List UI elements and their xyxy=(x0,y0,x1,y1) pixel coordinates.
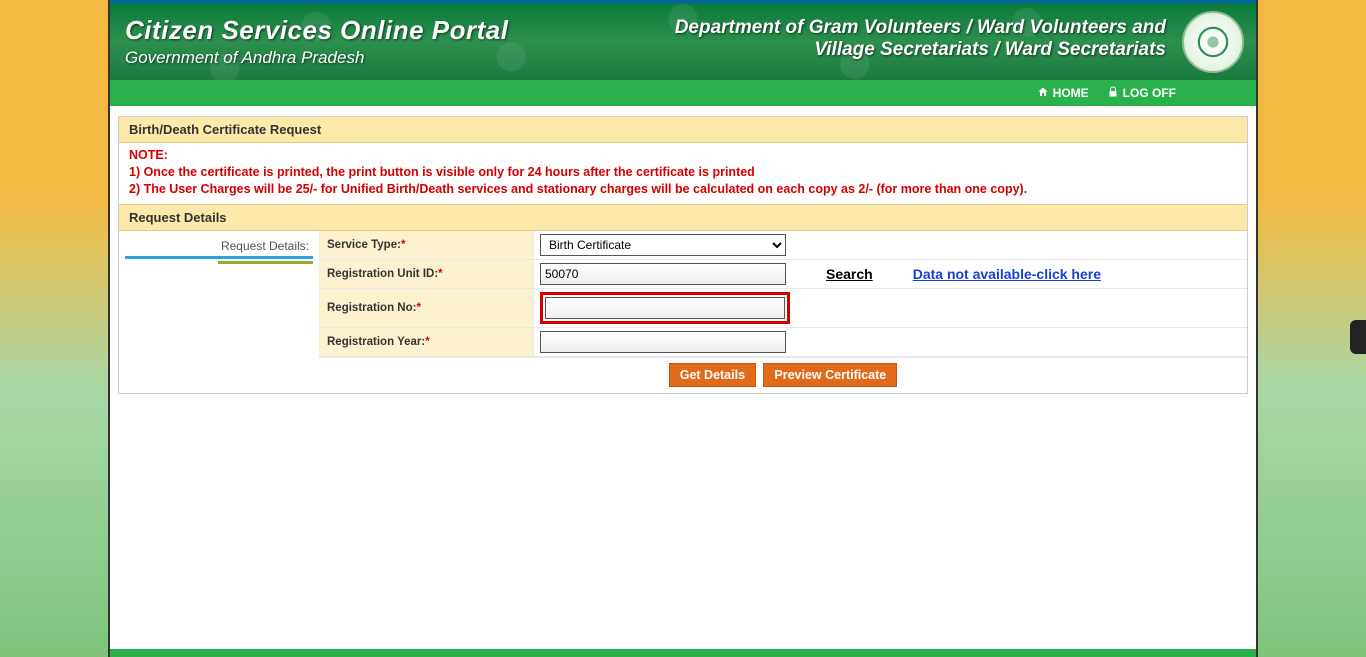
row-service-type: Service Type:* Birth Certificate xyxy=(319,231,1247,260)
state-emblem-icon xyxy=(1182,11,1244,73)
nav-logoff-link[interactable]: LOG OFF xyxy=(1107,86,1176,101)
reg-no-input[interactable] xyxy=(545,297,785,319)
preview-certificate-button[interactable]: Preview Certificate xyxy=(763,363,897,387)
nav-home-label: HOME xyxy=(1053,86,1089,100)
cell-service-type: Birth Certificate xyxy=(534,231,1247,259)
service-type-select[interactable]: Birth Certificate xyxy=(540,234,786,256)
header-banner: Citizen Services Online Portal Governmen… xyxy=(110,0,1256,80)
sidebar-tab-request-details[interactable]: Request Details: xyxy=(125,239,313,259)
row-reg-year: Registration Year:* xyxy=(319,328,1247,357)
reg-unit-id-input[interactable] xyxy=(540,263,786,285)
label-reg-no: Registration No:* xyxy=(319,289,534,327)
row-reg-unit: Registration Unit ID:* Search Data not a… xyxy=(319,260,1247,289)
required-asterisk: * xyxy=(438,268,442,280)
dept-line-1: Department of Gram Volunteers / Ward Vol… xyxy=(675,17,1166,39)
fields-column: Service Type:* Birth Certificate Registr… xyxy=(319,231,1247,393)
label-reg-year: Registration Year:* xyxy=(319,328,534,356)
home-icon xyxy=(1037,86,1049,101)
search-link[interactable]: Search xyxy=(826,266,873,282)
label-service-type-text: Service Type: xyxy=(327,239,401,251)
label-reg-no-text: Registration No: xyxy=(327,302,416,314)
sidebar-underline-accent xyxy=(218,261,313,264)
data-not-available-link[interactable]: Data not available-click here xyxy=(913,266,1101,282)
row-reg-no: Registration No:* xyxy=(319,289,1247,328)
section-title: Request Details xyxy=(119,204,1247,231)
header-left: Citizen Services Online Portal Governmen… xyxy=(125,15,508,68)
footer-bar xyxy=(110,649,1256,657)
required-asterisk: * xyxy=(425,336,429,348)
lock-icon xyxy=(1107,86,1119,101)
get-details-button[interactable]: Get Details xyxy=(669,363,756,387)
label-reg-unit-text: Registration Unit ID: xyxy=(327,268,438,280)
label-reg-unit: Registration Unit ID:* xyxy=(319,260,534,288)
page-container: Citizen Services Online Portal Governmen… xyxy=(108,0,1258,657)
cell-reg-no xyxy=(534,289,1247,327)
reg-no-highlight-box xyxy=(540,292,790,324)
request-panel: Birth/Death Certificate Request NOTE: 1)… xyxy=(118,116,1248,394)
dept-line-2: Village Secretariats / Ward Secretariats xyxy=(675,39,1166,61)
panel-title: Birth/Death Certificate Request xyxy=(119,117,1247,143)
note-heading: NOTE: xyxy=(129,147,1237,164)
portal-subtitle: Government of Andhra Pradesh xyxy=(125,48,508,68)
nav-logoff-label: LOG OFF xyxy=(1123,86,1176,100)
required-asterisk: * xyxy=(416,302,420,314)
note-line-2: 2) The User Charges will be 25/- for Uni… xyxy=(129,181,1237,198)
content-area: Birth/Death Certificate Request NOTE: 1)… xyxy=(110,106,1256,404)
note-block: NOTE: 1) Once the certificate is printed… xyxy=(119,143,1247,204)
reg-year-input[interactable] xyxy=(540,331,786,353)
cell-reg-year xyxy=(534,328,1247,356)
note-line-1: 1) Once the certificate is printed, the … xyxy=(129,164,1237,181)
header-right: Department of Gram Volunteers / Ward Vol… xyxy=(675,17,1166,61)
button-row: Get Details Preview Certificate xyxy=(319,357,1247,393)
label-service-type: Service Type:* xyxy=(319,231,534,259)
required-asterisk: * xyxy=(401,239,405,251)
form-area: Request Details: Service Type:* Birth Ce… xyxy=(119,231,1247,393)
label-reg-year-text: Registration Year: xyxy=(327,336,425,348)
side-widget-tab[interactable] xyxy=(1350,320,1366,354)
portal-title: Citizen Services Online Portal xyxy=(125,15,508,46)
nav-home-link[interactable]: HOME xyxy=(1037,86,1089,101)
nav-bar: HOME LOG OFF xyxy=(110,80,1256,106)
cell-reg-unit: Search Data not available-click here xyxy=(534,260,1247,288)
sidebar-column: Request Details: xyxy=(119,231,319,393)
